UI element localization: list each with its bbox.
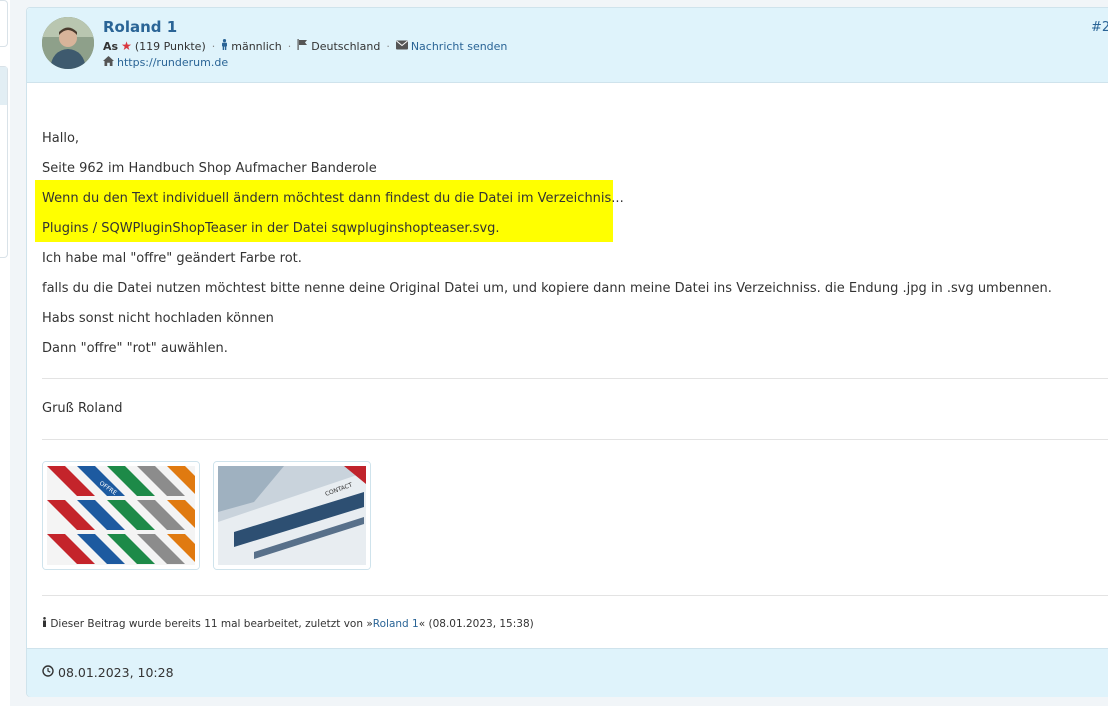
- author-website[interactable]: https://runderum.de: [103, 56, 228, 69]
- post-text: Ich habe mal "offre" geändert Farbe rot.: [42, 251, 302, 266]
- post-text: falls du die Datei nutzen möchtest bitte…: [42, 281, 1052, 296]
- edit-note: Dieser Beitrag wurde bereits 11 mal bear…: [42, 617, 534, 630]
- post-text-highlighted: Plugins / SQWPluginShopTeaser in der Dat…: [42, 221, 500, 236]
- edit-note-suffix: « (08.01.2023, 15:38): [418, 618, 534, 630]
- post-date: 08.01.2023, 10:28: [42, 665, 174, 680]
- post-text: Hallo,: [42, 131, 80, 146]
- post-text-highlighted: Wenn du den Text individuell ändern möch…: [42, 191, 624, 206]
- post-author[interactable]: Roland 1: [103, 18, 177, 36]
- post-text: Dann "offre" "rot" auwählen.: [42, 341, 228, 356]
- post-header: Roland 1 As ★ (119 Punkte) · männlich · …: [27, 8, 1108, 83]
- clock-icon: [42, 665, 54, 680]
- attachment-thumbnail-1[interactable]: OFFRE: [42, 461, 200, 570]
- edit-note-user-link[interactable]: Roland 1: [373, 618, 419, 630]
- flag-icon: [297, 39, 308, 53]
- ribbon-pattern: [47, 466, 195, 565]
- envelope-icon: [395, 40, 408, 53]
- user-gender: männlich: [231, 39, 282, 53]
- post-signature-area: Gruß Roland: [42, 394, 1102, 424]
- star-icon: ★: [121, 39, 132, 53]
- divider: [42, 595, 1108, 596]
- male-icon: [221, 39, 228, 53]
- home-icon: [103, 56, 114, 69]
- forum-post: Roland 1 As ★ (119 Punkte) · männlich · …: [26, 7, 1108, 697]
- divider: [42, 378, 1108, 379]
- sidebar-panel: [0, 66, 8, 258]
- edit-note-prefix: Dieser Beitrag wurde bereits 11 mal bear…: [50, 618, 373, 630]
- post-footer: 08.01.2023, 10:28: [27, 648, 1108, 697]
- post-text: Habs sonst nicht hochladen können: [42, 311, 274, 326]
- user-avatar[interactable]: [42, 17, 94, 69]
- post-date-text: 08.01.2023, 10:28: [58, 665, 174, 680]
- website-link[interactable]: https://runderum.de: [117, 56, 228, 69]
- user-country: Deutschland: [311, 39, 381, 53]
- user-points: (119 Punkte): [134, 39, 206, 53]
- send-message-link[interactable]: Nachricht senden: [411, 40, 508, 53]
- attachment-thumbnail-2[interactable]: CONTACT: [213, 461, 371, 570]
- author-meta: As ★ (119 Punkte) · männlich · Deutschla…: [103, 39, 508, 53]
- user-rank: As: [103, 39, 119, 53]
- post-content: Hallo, Seite 962 im Handbuch Shop Aufmac…: [42, 124, 1102, 364]
- sidebar-panel: [0, 0, 8, 47]
- divider: [42, 439, 1108, 440]
- post-text: Seite 962 im Handbuch Shop Aufmacher Ban…: [42, 161, 377, 176]
- post-number-link[interactable]: #2: [1091, 20, 1108, 35]
- post-signature: Gruß Roland: [42, 401, 123, 416]
